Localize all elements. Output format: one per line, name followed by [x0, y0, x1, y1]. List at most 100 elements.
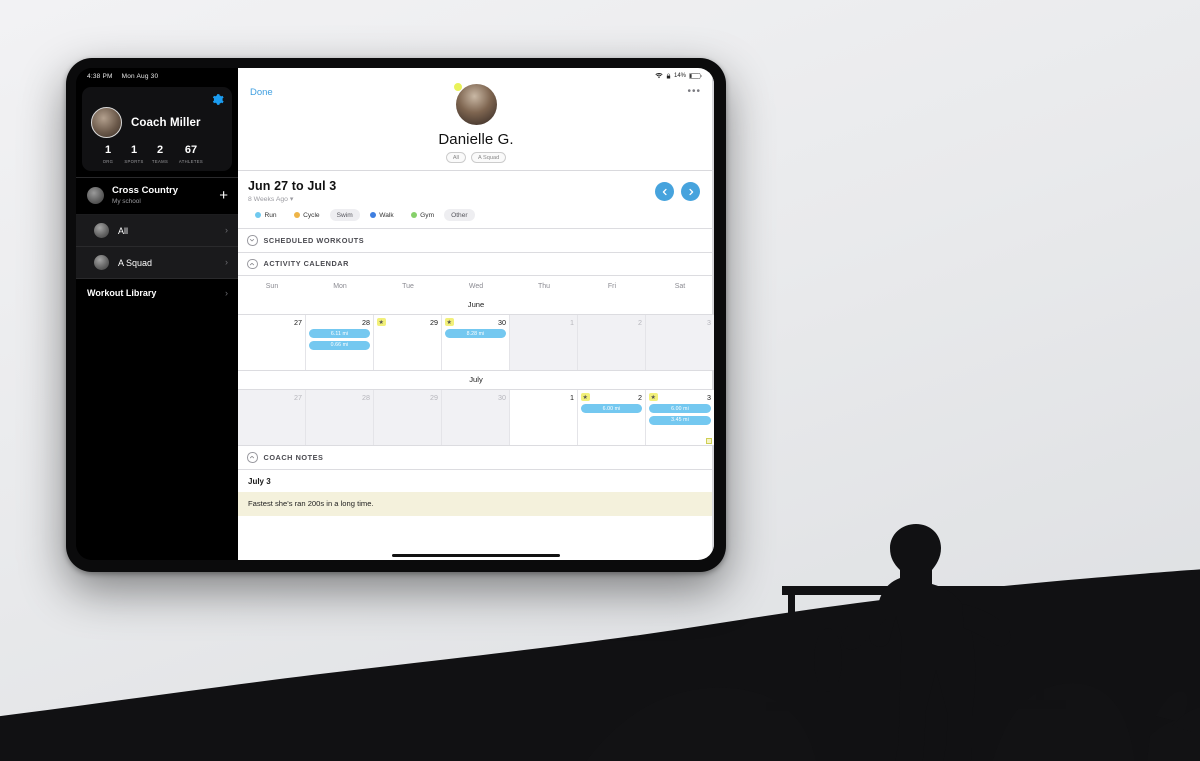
coach-profile-card[interactable]: Coach Miller 1 ORG 1 SPORTS 2 TEAMS 67 A…	[82, 87, 232, 171]
calendar-day-cell[interactable]: ★ 29	[374, 315, 442, 371]
chevron-right-icon: ›	[225, 225, 228, 236]
calendar-day-cell[interactable]: 28	[306, 390, 374, 446]
sidebar-team-cross-country[interactable]: Cross Country My school +	[76, 177, 238, 216]
section-coach-notes[interactable]: COACH NOTES	[238, 446, 714, 470]
calendar-day-number: 29	[430, 317, 438, 327]
calendar-day-number: 27	[294, 392, 302, 402]
calendar-day-cell[interactable]: 2	[578, 315, 646, 371]
team-subtitle: My school	[112, 198, 141, 206]
calendar-day-header: 3	[649, 318, 711, 327]
activity-bar[interactable]: 8.28 mi	[445, 329, 506, 339]
calendar-day-cell[interactable]: 28 6.11 mi 0.66 mi	[306, 315, 374, 371]
calendar-day-number: 2	[638, 317, 642, 327]
stat-label: ATHLETES	[178, 158, 204, 164]
star-icon: ★	[445, 317, 454, 327]
tablet-screen: 4:38 PM Mon Aug 30 Coach Miller 1 ORG 1 …	[76, 68, 714, 560]
sidebar-item-workout-library[interactable]: Workout Library ›	[76, 279, 238, 308]
date-range-dropdown[interactable]: 8 Weeks Ago ▾	[248, 195, 655, 203]
legend-item-gym[interactable]: Gym	[404, 209, 441, 221]
battery-percent: 14%	[673, 72, 686, 79]
chevron-right-icon: ›	[225, 287, 228, 298]
calendar-day-header: 30	[445, 393, 506, 402]
calendar-day-header: 1	[513, 393, 574, 402]
calendar-day-cell[interactable]: ★ 2 6.00 mi	[578, 390, 646, 446]
star-icon: ★	[581, 392, 590, 402]
legend-label: Walk	[379, 211, 394, 219]
legend-item-other[interactable]: Other	[444, 209, 475, 222]
coach-note-text: Fastest she's ran 200s in a long time.	[238, 491, 714, 516]
legend-item-cycle[interactable]: Cycle	[287, 209, 327, 221]
calendar-day-cell[interactable]: 30	[442, 390, 510, 446]
legend-item-run[interactable]: Run	[248, 209, 284, 221]
team-avatar	[87, 187, 104, 205]
activity-bar[interactable]: 0.66 mi	[309, 340, 370, 350]
calendar-day-cell[interactable]: 27	[238, 390, 306, 446]
chevron-left-icon	[662, 188, 667, 195]
section-title: SCHEDULED WORKOUTS	[263, 235, 365, 245]
sidebar-item-all[interactable]: All ›	[76, 215, 238, 248]
calendar-day-cell[interactable]: ★ 30 8.28 mi	[442, 315, 510, 371]
home-indicator[interactable]	[392, 553, 560, 557]
calendar-day-number: 29	[430, 392, 438, 402]
calendar-day-cell[interactable]: ★ 3 6.00 mi 3.45 mi	[646, 390, 714, 446]
calendar-day-number: 1	[570, 317, 574, 327]
calendar-day-cell[interactable]: 29	[374, 390, 442, 446]
chevron-right-icon: ›	[225, 257, 228, 268]
calendar-day-header: 27	[241, 318, 302, 327]
calendar-day-number: 30	[498, 392, 506, 402]
activity-bar[interactable]: 6.11 mi	[309, 329, 370, 339]
sidebar: 4:38 PM Mon Aug 30 Coach Miller 1 ORG 1 …	[76, 68, 238, 560]
weekday-label: Tue	[402, 283, 414, 291]
calendar-day-header: 28	[309, 318, 370, 327]
section-activity-calendar[interactable]: ACTIVITY CALENDAR	[238, 252, 714, 277]
weekday-label: Thu	[537, 283, 551, 291]
calendar-day-number: 28	[362, 317, 370, 327]
prev-week-button[interactable]	[655, 182, 674, 202]
calendar-day-number: 3	[707, 392, 711, 402]
legend-dot	[255, 212, 261, 219]
star-icon: ★	[377, 317, 386, 327]
squad-avatar	[94, 255, 109, 271]
chevron-up-icon	[247, 258, 258, 270]
sidebar-item-a-squad[interactable]: A Squad ›	[76, 247, 238, 280]
activity-bar[interactable]: 6.00 mi	[581, 404, 642, 414]
section-title: COACH NOTES	[263, 452, 324, 462]
status-badge: All	[445, 152, 467, 164]
legend-item-swim[interactable]: Swim	[329, 209, 360, 222]
stat-teams: 2 TEAMS	[147, 144, 173, 164]
stat-label: SPORTS	[124, 158, 144, 164]
next-week-button[interactable]	[681, 182, 700, 202]
done-button[interactable]: Done	[250, 87, 273, 98]
sidebar-item-label: A Squad	[118, 257, 153, 268]
add-team-button[interactable]: +	[219, 188, 228, 203]
date-range-text: Jun 27 to Jul 3 8 Weeks Ago ▾	[248, 179, 655, 203]
legend-label: Gym	[420, 211, 435, 219]
legend-label: Other	[451, 211, 468, 219]
calendar-day-cell[interactable]: 1	[510, 315, 578, 371]
calendar-day-header: ★ 30	[445, 317, 506, 327]
activity-bar[interactable]: 6.00 mi	[649, 404, 711, 414]
main-panel: 14% Done ••• Danielle G. All A Squad Jun…	[238, 68, 714, 560]
coach-name: Coach Miller	[131, 116, 201, 129]
calendar-week-june: 27 28 6.11 mi 0.66 mi ★ 29 ★ 30 8.28 mi 1 2 3	[238, 315, 714, 372]
activity-bar[interactable]: 3.45 mi	[649, 415, 711, 425]
athlete-avatar[interactable]	[452, 82, 497, 125]
legend-dot	[410, 212, 417, 219]
coach-stats: 1 ORG 1 SPORTS 2 TEAMS 67 ATHLETES	[91, 144, 223, 164]
calendar-day-number: 28	[362, 392, 370, 402]
stat-label: TEAMS	[151, 158, 169, 164]
more-options-icon[interactable]: •••	[687, 87, 701, 97]
calendar-day-cell[interactable]: 27	[238, 315, 306, 371]
legend-label: Cycle	[303, 211, 320, 219]
sidebar-item-label: All	[118, 225, 129, 236]
calendar-day-cell[interactable]: 3	[646, 315, 714, 371]
sidebar-item-label: Workout Library	[87, 288, 157, 299]
gear-icon[interactable]	[211, 93, 224, 106]
stat-value: 67	[184, 144, 198, 156]
legend-dot	[293, 212, 300, 219]
date-range-title: Jun 27 to Jul 3	[248, 179, 337, 194]
calendar-day-cell[interactable]: 1	[510, 390, 578, 446]
app-status-bar: 14%	[238, 68, 714, 83]
section-scheduled-workouts[interactable]: SCHEDULED WORKOUTS	[238, 229, 714, 253]
legend-item-walk[interactable]: Walk	[363, 209, 401, 221]
